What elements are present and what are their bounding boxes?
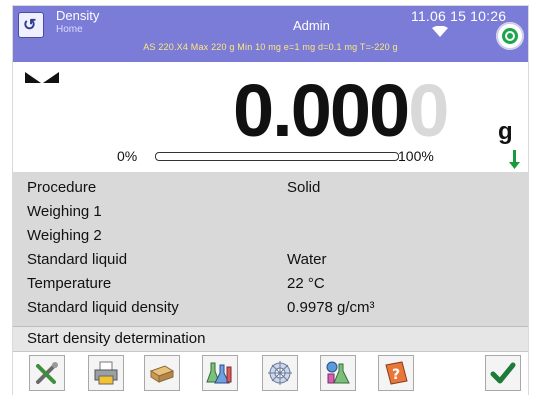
tools-button[interactable] (29, 355, 65, 391)
param-label: Weighing 1 (27, 203, 102, 220)
confirm-button[interactable] (485, 355, 521, 391)
param-row-procedure[interactable]: Procedure Solid (13, 176, 528, 198)
help-book-icon: ? (385, 361, 408, 385)
flasks-icon (206, 362, 232, 384)
sun-icon (268, 361, 292, 385)
back-button[interactable]: ↺ (18, 12, 44, 38)
param-row-temperature[interactable]: Temperature 22 °C (13, 272, 528, 294)
settings-button[interactable] (262, 355, 298, 391)
param-row-liquid-density[interactable]: Standard liquid density 0.9978 g/cm³ (13, 296, 528, 318)
mass-reading-digits: 0.000 (233, 69, 410, 152)
progress-start-label: 0% (117, 148, 138, 164)
balance-specs: AS 220.X4 Max 220 g Min 10 mg e=1 mg d=0… (143, 42, 398, 52)
tare-button[interactable] (144, 355, 180, 391)
date-time: 11.06 15 10:26 (411, 8, 507, 24)
param-label: Standard liquid density (27, 299, 179, 316)
mode-subtitle: Home (56, 24, 83, 35)
stability-marker-icon (25, 72, 59, 83)
param-value: 0.9978 g/cm³ (287, 299, 375, 316)
weighing-display: 0.0000 g 0% 100% (13, 62, 528, 172)
param-row-weighing-2[interactable]: Weighing 2 (13, 224, 528, 246)
start-density-button[interactable]: Start density determination (13, 326, 528, 351)
confirm-check-icon (490, 362, 516, 384)
capacity-bar (155, 152, 399, 161)
mass-reading-last-digit: 0 (408, 69, 449, 152)
param-label: Procedure (27, 179, 97, 196)
param-value: 22 °C (287, 275, 325, 292)
screen-frame: ↺ Density Home Admin 11.06 15 10:26 AS 2… (13, 6, 528, 395)
print-button[interactable] (88, 355, 124, 391)
mass-reading: 0.0000 (233, 68, 449, 153)
svg-text:?: ? (392, 367, 400, 383)
param-label: Standard liquid (27, 251, 128, 268)
param-value: Water (287, 251, 327, 268)
printer-icon (94, 361, 118, 385)
chemistry-icon (326, 361, 350, 384)
level-dot-icon (507, 33, 513, 39)
progress-end-label: 100% (398, 148, 434, 164)
app-logo-icon: ↺ (23, 17, 37, 34)
down-arrow-icon (509, 150, 520, 169)
sponge-icon (149, 365, 175, 383)
user-name[interactable]: Admin (293, 18, 330, 33)
param-value: Solid (287, 179, 321, 196)
samples-button[interactable] (202, 355, 238, 391)
param-label: Temperature (27, 275, 112, 292)
reagents-button[interactable] (320, 355, 356, 391)
bottom-toolbar: ? (13, 351, 528, 395)
param-row-weighing-1[interactable]: Weighing 1 (13, 200, 528, 222)
param-label: Weighing 2 (27, 227, 102, 244)
start-density-label: Start density determination (27, 330, 206, 347)
header-bar: ↺ Density Home Admin 11.06 15 10:26 AS 2… (13, 6, 528, 62)
mode-title: Density (56, 8, 100, 23)
help-button[interactable]: ? (378, 355, 414, 391)
mass-unit[interactable]: g (498, 118, 513, 146)
wifi-icon (432, 26, 448, 37)
param-row-standard-liquid[interactable]: Standard liquid Water (13, 248, 528, 270)
parameters-panel: Procedure Solid Weighing 1 Weighing 2 St… (13, 172, 528, 326)
tools-icon (36, 362, 58, 384)
